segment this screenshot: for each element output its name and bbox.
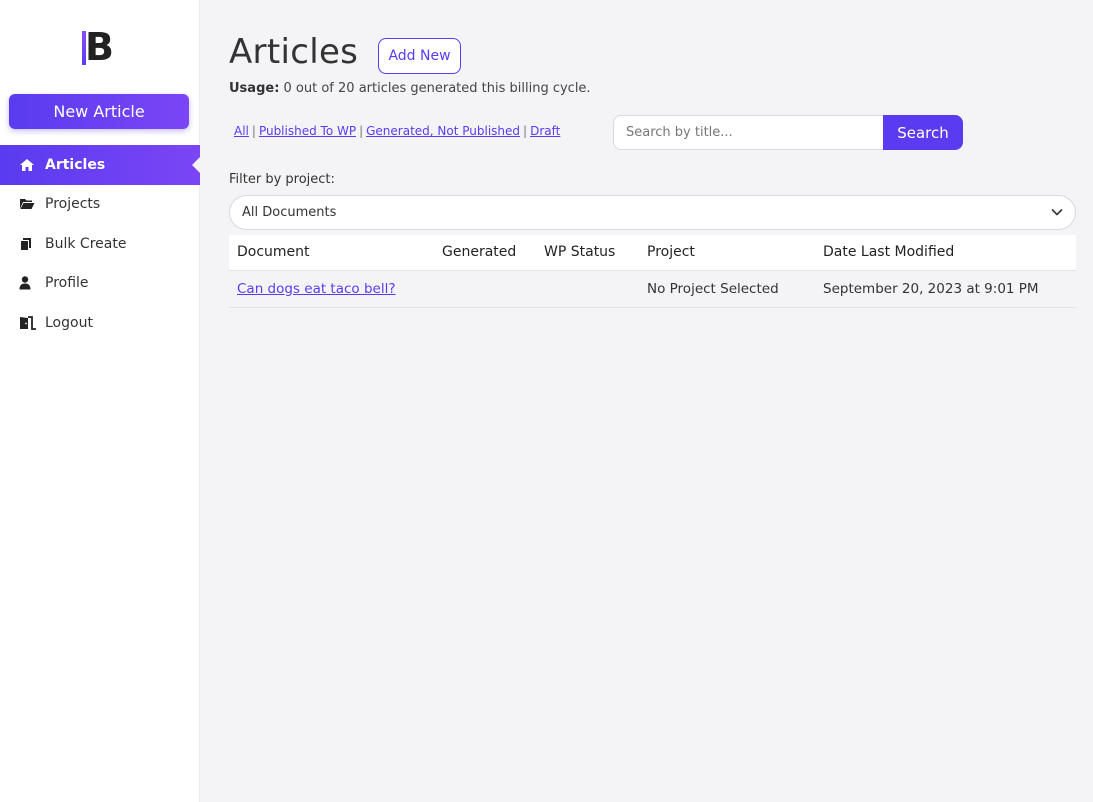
- table-row: Can dogs eat taco bell? No Project Selec…: [229, 270, 1076, 308]
- generated-cell: [434, 270, 536, 308]
- chevron-down-icon: [1051, 205, 1063, 220]
- app-logo[interactable]: B: [82, 26, 118, 68]
- folder-icon: [19, 197, 37, 211]
- articles-table: Document Generated WP Status Project Dat…: [229, 235, 1076, 308]
- home-icon: [19, 158, 37, 172]
- page-title: Articles: [229, 32, 359, 72]
- project-select-value: All Documents: [242, 205, 337, 220]
- sidebar-item-label: Articles: [45, 156, 106, 173]
- sidebar-nav: Articles Projects Bulk Create Profile Lo…: [0, 145, 200, 343]
- filter-published-link[interactable]: Published To WP: [259, 124, 356, 138]
- filter-by-project-label: Filter by project:: [229, 172, 335, 187]
- project-select[interactable]: All Documents: [229, 195, 1076, 230]
- filter-separator: |: [359, 124, 364, 138]
- column-header-wp-status[interactable]: WP Status: [536, 235, 639, 271]
- table-header-row: Document Generated WP Status Project Dat…: [229, 235, 1076, 271]
- column-header-generated[interactable]: Generated: [434, 235, 536, 271]
- filter-draft-link[interactable]: Draft: [530, 124, 560, 138]
- sidebar-item-label: Logout: [45, 314, 93, 331]
- search-bar: Search: [613, 115, 963, 150]
- sidebar-item-label: Profile: [45, 275, 89, 292]
- document-link[interactable]: Can dogs eat taco bell?: [237, 281, 396, 297]
- door-icon: [19, 315, 37, 330]
- user-icon: [19, 276, 37, 290]
- sidebar-item-articles[interactable]: Articles: [0, 145, 200, 185]
- sidebar-item-logout[interactable]: Logout: [0, 303, 200, 343]
- new-article-button[interactable]: New Article: [9, 94, 189, 129]
- usage-value: 0 out of 20 articles generated this bill…: [283, 81, 591, 96]
- usage-text: Usage: 0 out of 20 articles generated th…: [229, 81, 591, 96]
- usage-label: Usage:: [229, 81, 280, 96]
- copy-icon: [19, 237, 37, 251]
- add-new-button[interactable]: Add New: [378, 38, 461, 74]
- column-header-document[interactable]: Document: [229, 235, 434, 271]
- search-input[interactable]: [613, 115, 885, 150]
- sidebar-item-label: Bulk Create: [45, 235, 127, 252]
- document-cell: Can dogs eat taco bell?: [229, 270, 434, 308]
- wp-status-cell: [536, 270, 639, 308]
- sidebar: B New Article Articles Projects Bulk Cre…: [0, 0, 200, 802]
- filter-all-link[interactable]: All: [234, 124, 249, 138]
- project-cell: No Project Selected: [639, 270, 815, 308]
- filter-separator: |: [251, 124, 256, 138]
- date-modified-cell: September 20, 2023 at 9:01 PM: [815, 270, 1076, 308]
- status-filter-links: All | Published To WP | Generated, Not Publi…: [234, 124, 560, 138]
- search-button[interactable]: Search: [883, 115, 963, 150]
- sidebar-item-label: Projects: [45, 196, 101, 213]
- filter-generated-not-published-link[interactable]: Generated, Not Published: [366, 124, 520, 138]
- sidebar-item-bulk-create[interactable]: Bulk Create: [0, 224, 200, 264]
- column-header-project[interactable]: Project: [639, 235, 815, 271]
- sidebar-item-profile[interactable]: Profile: [0, 264, 200, 304]
- filter-separator: |: [523, 124, 528, 138]
- logo-letter: B: [85, 25, 114, 69]
- sidebar-item-projects[interactable]: Projects: [0, 185, 200, 225]
- column-header-date-modified[interactable]: Date Last Modified: [815, 235, 1076, 271]
